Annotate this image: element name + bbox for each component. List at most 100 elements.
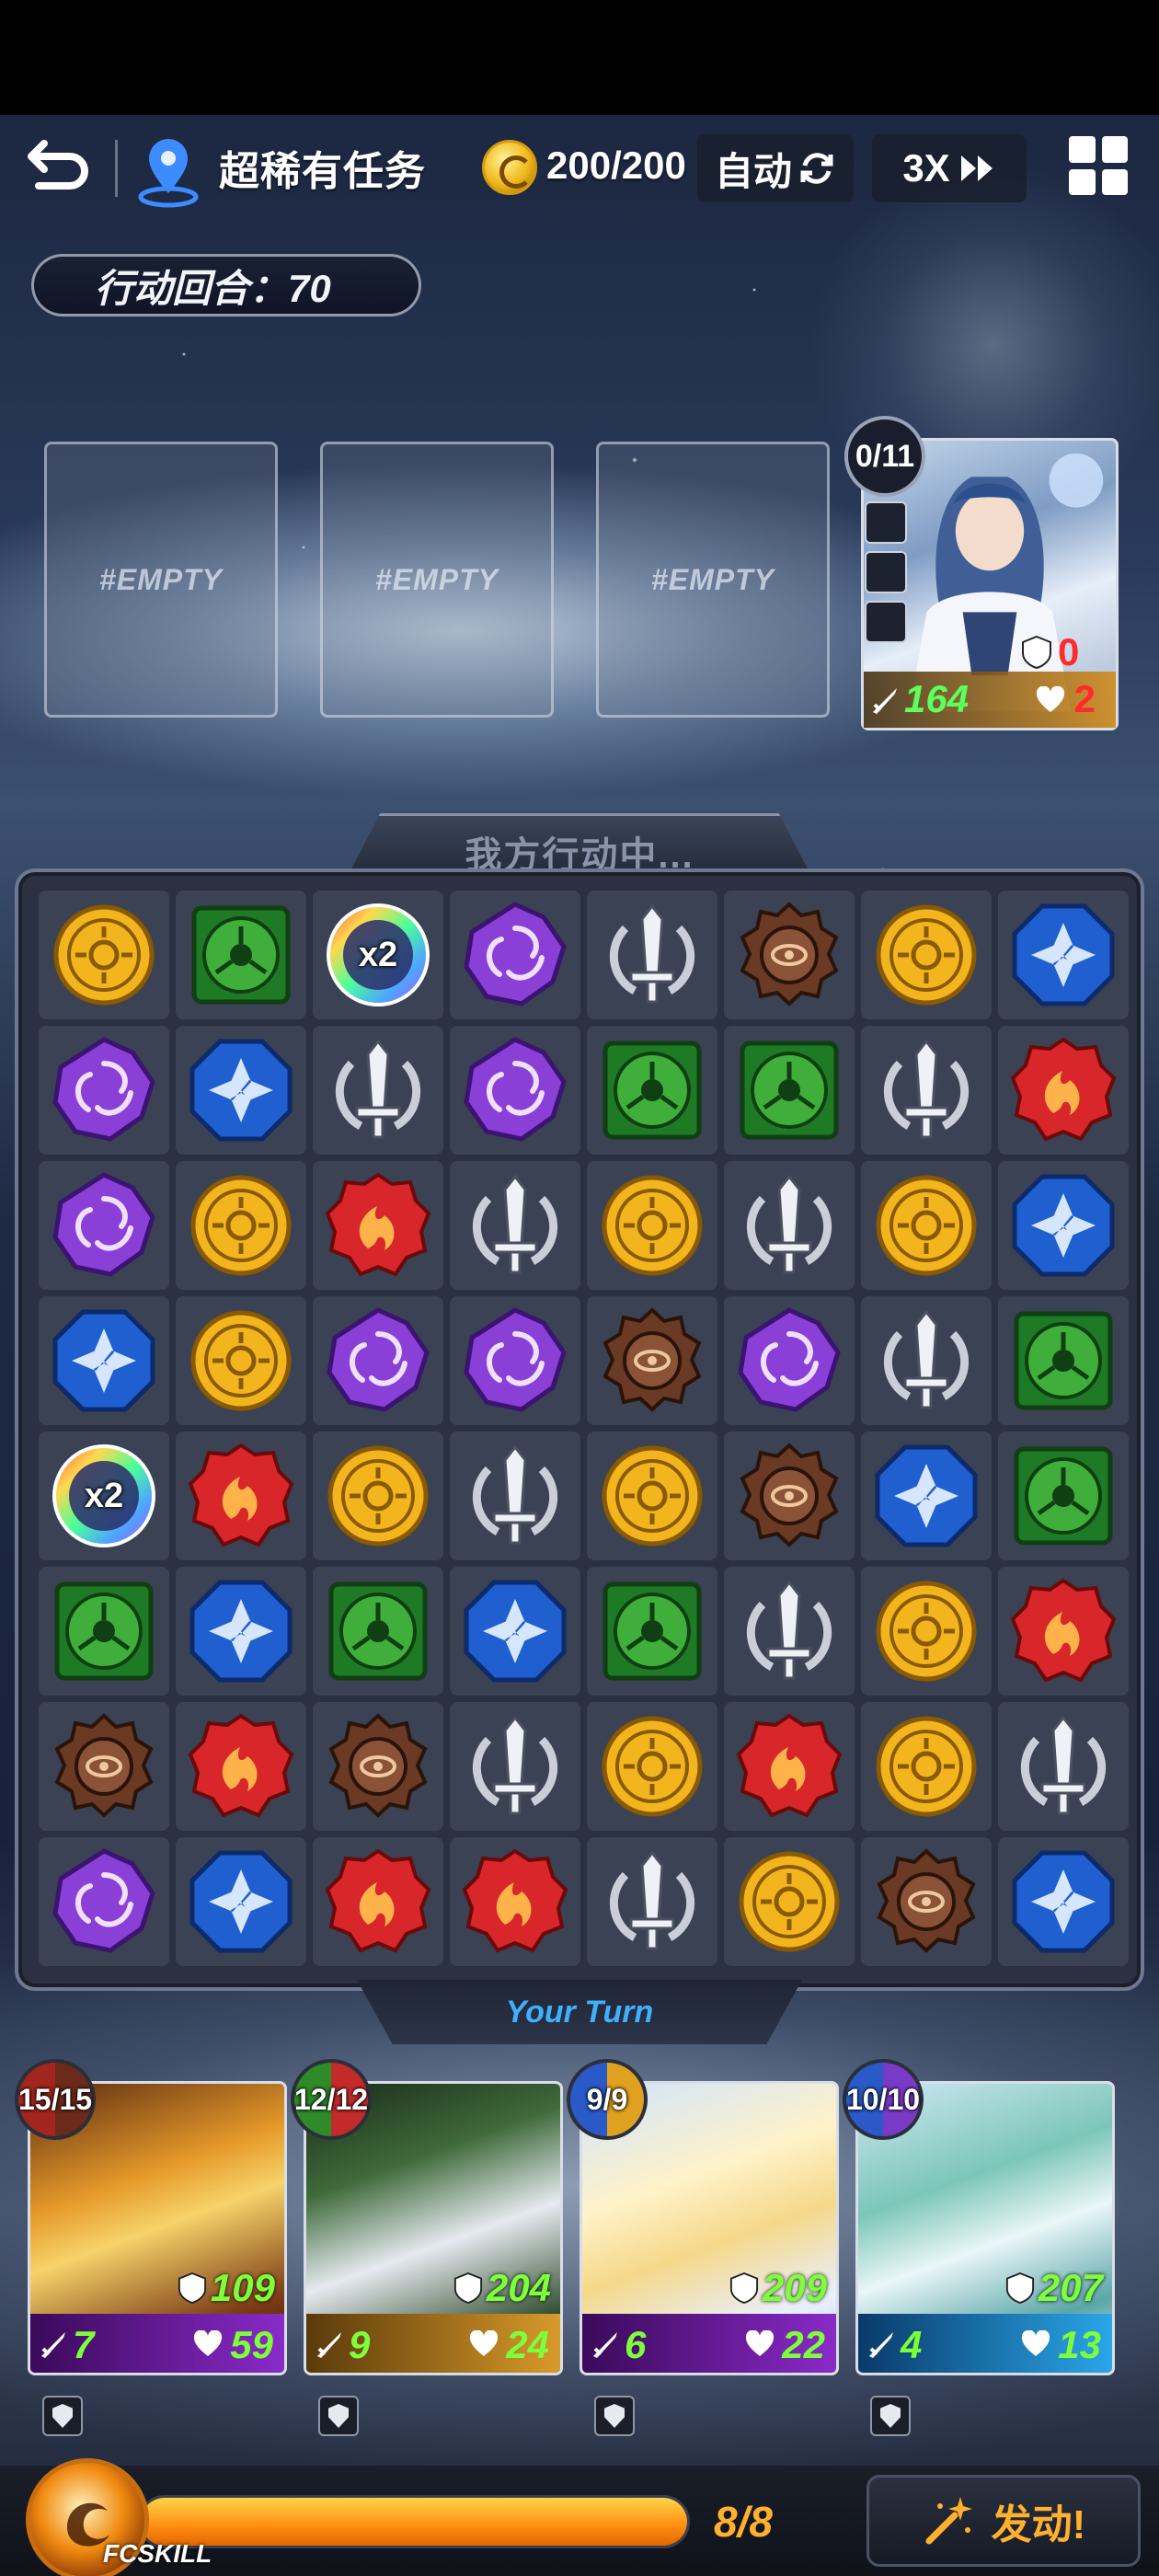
board-cell[interactable] [998, 1702, 1129, 1831]
board-cell[interactable] [861, 1026, 992, 1155]
empty-enemy-slot: #EMPTY [596, 442, 830, 718]
red-gem-icon [187, 1442, 295, 1550]
back-arrow-icon[interactable] [26, 136, 90, 201]
grid-menu-icon[interactable] [1069, 136, 1128, 195]
board-cell[interactable] [39, 1026, 169, 1155]
board-cell[interactable] [587, 1161, 717, 1290]
board-cell[interactable] [587, 1702, 717, 1831]
board-cell[interactable] [587, 1296, 717, 1425]
board-cell[interactable] [39, 1161, 169, 1290]
board-cell[interactable] [998, 891, 1129, 1019]
green-gem-icon [50, 1577, 158, 1685]
board-cell[interactable] [724, 891, 855, 1019]
board-cell[interactable] [587, 1567, 717, 1696]
shield-icon [729, 2271, 758, 2304]
enemy-hp: 2 [1073, 677, 1096, 720]
board-cell[interactable] [176, 1837, 306, 1966]
hero-skill-icon[interactable] [594, 2396, 635, 2436]
board-cell[interactable] [176, 1432, 306, 1560]
board-cell[interactable] [861, 1432, 992, 1560]
board-cell[interactable] [39, 1837, 169, 1966]
shield-icon [1022, 635, 1051, 670]
board-cell[interactable] [313, 1702, 443, 1831]
board-cell[interactable] [998, 1296, 1129, 1425]
board-cell[interactable] [861, 1296, 992, 1425]
board-cell[interactable]: x2 [313, 891, 443, 1019]
board-cell[interactable] [861, 891, 992, 1019]
hero-skill-icon[interactable] [42, 2396, 83, 2436]
board-cell[interactable] [724, 1702, 855, 1831]
board-cell[interactable] [176, 1567, 306, 1696]
yellow-gem-icon [324, 1442, 432, 1550]
refresh-icon [800, 153, 833, 184]
board-cell[interactable] [176, 1296, 306, 1425]
board-cell[interactable] [450, 1161, 580, 1290]
board-cell[interactable] [313, 1296, 443, 1425]
red-gem-icon [324, 1847, 432, 1956]
board-cell[interactable] [313, 1567, 443, 1696]
board-cell[interactable] [724, 1026, 855, 1155]
board-cell[interactable] [176, 1702, 306, 1831]
shield-icon [453, 2271, 482, 2304]
board-cell[interactable] [587, 891, 717, 1019]
board-cell[interactable] [313, 1837, 443, 1966]
board-cell[interactable] [450, 1702, 580, 1831]
board-cell[interactable] [861, 1837, 992, 1966]
board-cell[interactable] [39, 891, 169, 1019]
board-cell[interactable] [587, 1837, 717, 1966]
board-cell[interactable] [450, 1432, 580, 1560]
board-cell[interactable] [450, 1026, 580, 1155]
board-cell[interactable] [39, 1567, 169, 1696]
hero-charge-badge: 15/15 [15, 2059, 96, 2140]
board-cell[interactable] [998, 1567, 1129, 1696]
board-cell[interactable] [587, 1432, 717, 1560]
blue-gem-icon [1009, 1171, 1118, 1280]
board-cell[interactable] [998, 1837, 1129, 1966]
board-cell[interactable] [861, 1702, 992, 1831]
auto-button[interactable]: 自动 [697, 134, 854, 202]
board-cell[interactable] [450, 1567, 580, 1696]
silver-gem-icon [324, 1036, 432, 1144]
hero-charge-badge: 10/10 [843, 2059, 924, 2140]
board-cell[interactable] [450, 891, 580, 1019]
board-cell[interactable] [313, 1432, 443, 1560]
red-gem-icon [461, 1847, 569, 1956]
hero-skill-icon[interactable] [870, 2396, 911, 2436]
board-cell[interactable] [724, 1161, 855, 1290]
board-cell[interactable] [998, 1432, 1129, 1560]
speed-button[interactable]: 3X [872, 134, 1027, 202]
board-cell[interactable] [724, 1296, 855, 1425]
board-cell[interactable] [176, 891, 306, 1019]
board-cell[interactable] [176, 1026, 306, 1155]
board-cell[interactable] [861, 1161, 992, 1290]
hero-skill-icon[interactable] [318, 2396, 359, 2436]
red-gem-icon [735, 1712, 843, 1821]
board-cell[interactable] [176, 1161, 306, 1290]
speed-label: 3X [902, 146, 950, 190]
hero-shield: 109 [178, 2266, 275, 2310]
board-cell[interactable]: x2 [39, 1432, 169, 1560]
board-cell[interactable] [313, 1026, 443, 1155]
board-cell[interactable] [998, 1161, 1129, 1290]
top-bar: 超稀有任务 200/200 自动 3X [0, 129, 1159, 212]
board-cell[interactable] [313, 1161, 443, 1290]
board-cell[interactable] [724, 1837, 855, 1966]
board-cell[interactable] [39, 1296, 169, 1425]
board-cell[interactable] [450, 1837, 580, 1966]
enemy-attack: 164 [904, 677, 970, 720]
board-cell[interactable] [724, 1567, 855, 1696]
hero-shield: 209 [729, 2266, 827, 2310]
board-cell[interactable] [39, 1702, 169, 1831]
board-cell[interactable] [724, 1432, 855, 1560]
board-cell[interactable] [450, 1296, 580, 1425]
silver-gem-icon [461, 1171, 569, 1280]
activate-skill-button[interactable]: 发动! [866, 2475, 1141, 2567]
hero-shield: 207 [1005, 2266, 1103, 2310]
board-cell[interactable] [998, 1026, 1129, 1155]
heart-icon [469, 2330, 499, 2356]
sword-icon [869, 2332, 893, 2358]
board-cell[interactable] [587, 1026, 717, 1155]
activate-label: 发动! [991, 2502, 1086, 2547]
board-cell[interactable] [861, 1567, 992, 1696]
purple-gem-icon [324, 1306, 432, 1415]
